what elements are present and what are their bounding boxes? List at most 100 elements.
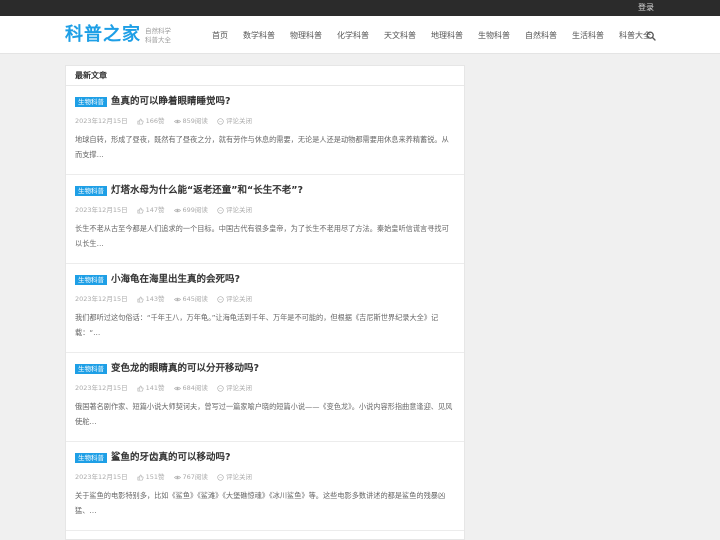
article-meta: 2023年12月15日 166赞 859阅读 评论关闭 <box>75 116 261 126</box>
article-excerpt: 我们都听过这句俗话：“千年王八，万年龟。”让海龟活到千年、万年是不可能的，但根据… <box>75 313 439 337</box>
read-count: 859阅读 <box>173 116 208 126</box>
category-badge[interactable]: 生物科普 <box>75 364 107 374</box>
section-header: 最新文章 <box>66 66 464 86</box>
like-count: 143赞 <box>137 294 165 304</box>
search-icon[interactable] <box>646 31 656 41</box>
article-item: 生物科普 小海龟在海里出生真的会死吗? 2023年12月15日 143赞 645阅读 评论… <box>66 264 464 353</box>
eye-icon <box>173 208 181 212</box>
article-item: 生物科普 灯塔水母为什么能“返老还童”和“长生不老”? 2023年12月15日 147… <box>66 175 464 264</box>
comment-icon <box>217 473 224 481</box>
article-item: 生物科普 鲨鱼的牙齿真的可以移动吗? 2023年12月15日 151赞 767阅读 评论关… <box>66 442 464 531</box>
article-date: 2023年12月15日 <box>75 295 128 303</box>
nav-item-nature[interactable]: 自然科普 <box>525 30 557 42</box>
comment-status-text: 评论关闭 <box>225 384 252 392</box>
article-excerpt: 长生不老从古至今都是人们追求的一个目标。中国古代有很多皇帝，为了长生不老用尽了方… <box>75 224 449 248</box>
comment-icon <box>217 384 224 392</box>
nav-item-astronomy[interactable]: 天文科普 <box>384 30 416 42</box>
read-count-text: 859阅读 <box>182 117 208 125</box>
article-date: 2023年12月15日 <box>75 473 128 481</box>
category-badge[interactable]: 生物科普 <box>75 186 107 196</box>
nav-item-chemistry[interactable]: 化学科普 <box>337 30 369 42</box>
eye-icon <box>173 386 181 390</box>
nav-item-home[interactable]: 首页 <box>212 30 228 42</box>
article-header: 生物科普 小海龟在海里出生真的会死吗? <box>75 273 240 287</box>
like-count-text: 147赞 <box>145 206 165 214</box>
read-count-text: 684阅读 <box>182 384 208 392</box>
article-title[interactable]: 小海龟在海里出生真的会死吗? <box>111 273 240 287</box>
nav-item-geography[interactable]: 地理科普 <box>431 30 463 42</box>
article-date: 2023年12月15日 <box>75 206 128 214</box>
site-tagline: 自然科学 科普大全 <box>145 27 171 45</box>
thumbs-up-icon <box>137 296 144 302</box>
category-badge[interactable]: 生物科普 <box>75 275 107 285</box>
comment-icon <box>217 295 224 303</box>
article-excerpt: 地球自转，形成了昼夜，既然有了昼夜之分，就有劳作与休息的需要，无论是人还是动物都… <box>75 135 449 159</box>
thumbs-up-icon <box>137 474 144 480</box>
eye-icon <box>173 475 181 479</box>
comment-status: 评论关闭 <box>217 294 252 304</box>
site-header: 科普之家 自然科学 科普大全 首页 数学科普 物理科普 化学科普 天文科普 地理… <box>0 16 720 54</box>
article-header: 生物科普 变色龙的眼睛真的可以分开移动吗? <box>75 362 259 376</box>
tagline-line-2: 科普大全 <box>145 36 171 44</box>
read-count: 645阅读 <box>173 294 208 304</box>
article-title[interactable]: 灯塔水母为什么能“返老还童”和“长生不老”? <box>111 184 303 198</box>
read-count: 767阅读 <box>173 472 208 482</box>
article-header: 生物科普 鱼真的可以睁着眼睛睡觉吗? <box>75 95 231 109</box>
comment-status-text: 评论关闭 <box>225 206 252 214</box>
login-link[interactable]: 登录 <box>638 2 654 14</box>
article-item: 生物科普 变色龙的眼睛真的可以分开移动吗? 2023年12月15日 141赞 684阅读… <box>66 353 464 442</box>
read-count-text: 767阅读 <box>182 473 208 481</box>
like-count: 141赞 <box>137 383 165 393</box>
thumbs-up-icon <box>137 385 144 391</box>
like-count: 166赞 <box>137 116 165 126</box>
like-count-text: 141赞 <box>145 384 165 392</box>
latest-articles-panel: 最新文章 生物科普 鱼真的可以睁着眼睛睡觉吗? 2023年12月15日 166赞 859… <box>65 65 465 540</box>
comment-icon <box>217 117 224 125</box>
article-meta: 2023年12月15日 141赞 684阅读 评论关闭 <box>75 383 261 393</box>
article-meta: 2023年12月15日 151赞 767阅读 评论关闭 <box>75 472 261 482</box>
nav-item-life[interactable]: 生活科普 <box>572 30 604 42</box>
comment-icon <box>217 206 224 214</box>
nav-item-math[interactable]: 数学科普 <box>243 30 275 42</box>
article-title[interactable]: 鲨鱼的牙齿真的可以移动吗? <box>111 451 231 465</box>
section-title: 最新文章 <box>75 71 107 80</box>
site-logo[interactable]: 科普之家 <box>65 22 141 48</box>
like-count-text: 143赞 <box>145 295 165 303</box>
comment-status: 评论关闭 <box>217 205 252 215</box>
article-excerpt: 关于鲨鱼的电影特别多，比如《鲨鱼》《鲨滩》《大堡礁惊魂》《冰川鲨鱼》等。这些电影… <box>75 491 446 515</box>
thumbs-up-icon <box>137 207 144 213</box>
article-date: 2023年12月15日 <box>75 117 128 125</box>
article-meta: 2023年12月15日 143赞 645阅读 评论关闭 <box>75 294 261 304</box>
like-count-text: 166赞 <box>145 117 165 125</box>
top-bar: 登录 <box>0 0 720 16</box>
tagline-line-1: 自然科学 <box>145 27 171 35</box>
nav-item-physics[interactable]: 物理科普 <box>290 30 322 42</box>
article-header: 生物科普 鲨鱼的牙齿真的可以移动吗? <box>75 451 231 465</box>
like-count: 147赞 <box>137 205 165 215</box>
comment-status: 评论关闭 <box>217 116 252 126</box>
article-title[interactable]: 变色龙的眼睛真的可以分开移动吗? <box>111 362 259 376</box>
like-count-text: 151赞 <box>145 473 165 481</box>
comment-status-text: 评论关闭 <box>225 117 252 125</box>
article-title[interactable]: 鱼真的可以睁着眼睛睡觉吗? <box>111 95 231 109</box>
category-badge[interactable]: 生物科普 <box>75 97 107 107</box>
article-excerpt: 俄国著名剧作家、短篇小说大师契诃夫，曾写过一篇家喻户晓的短篇小说——《变色龙》。… <box>75 402 453 426</box>
article-date: 2023年12月15日 <box>75 384 128 392</box>
eye-icon <box>173 297 181 301</box>
nav-item-biology[interactable]: 生物科普 <box>478 30 510 42</box>
read-count: 699阅读 <box>173 205 208 215</box>
article-item: 生物科普 鱼真的可以睁着眼睛睡觉吗? 2023年12月15日 166赞 859阅读 评论关… <box>66 86 464 175</box>
eye-icon <box>173 119 181 123</box>
read-count-text: 645阅读 <box>182 295 208 303</box>
comment-status-text: 评论关闭 <box>225 473 252 481</box>
read-count-text: 699阅读 <box>182 206 208 214</box>
comment-status: 评论关闭 <box>217 383 252 393</box>
article-header: 生物科普 灯塔水母为什么能“返老还童”和“长生不老”? <box>75 184 303 198</box>
thumbs-up-icon <box>137 118 144 124</box>
category-badge[interactable]: 生物科普 <box>75 453 107 463</box>
like-count: 151赞 <box>137 472 165 482</box>
main-nav: 首页 数学科普 物理科普 化学科普 天文科普 地理科普 生物科普 自然科普 生活… <box>212 29 666 43</box>
comment-status: 评论关闭 <box>217 472 252 482</box>
comment-status-text: 评论关闭 <box>225 295 252 303</box>
article-meta: 2023年12月15日 147赞 699阅读 评论关闭 <box>75 205 261 215</box>
